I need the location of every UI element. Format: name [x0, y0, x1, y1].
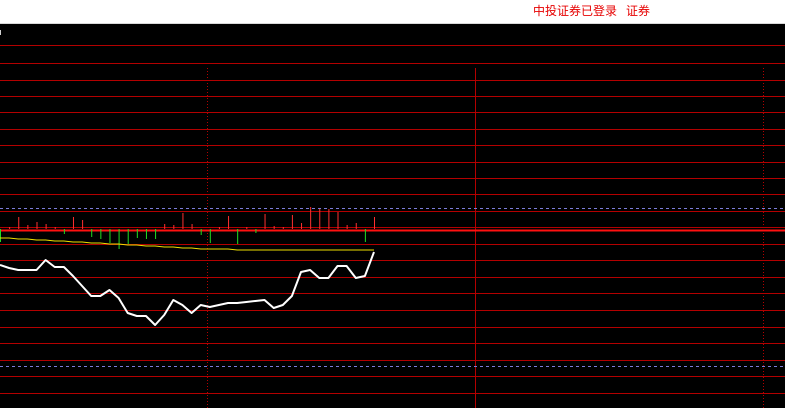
- login-status-text: 中投证券已登录: [533, 4, 618, 18]
- indicator-chart[interactable]: [0, 24, 785, 408]
- chart-canvas: [0, 45, 785, 408]
- main-indicator-line: [0, 251, 375, 326]
- status-bar: 中投证券已登录 证券: [0, 0, 785, 24]
- broker-name-text: 证券: [626, 4, 651, 18]
- chart-corner-mark: [0, 30, 2, 35]
